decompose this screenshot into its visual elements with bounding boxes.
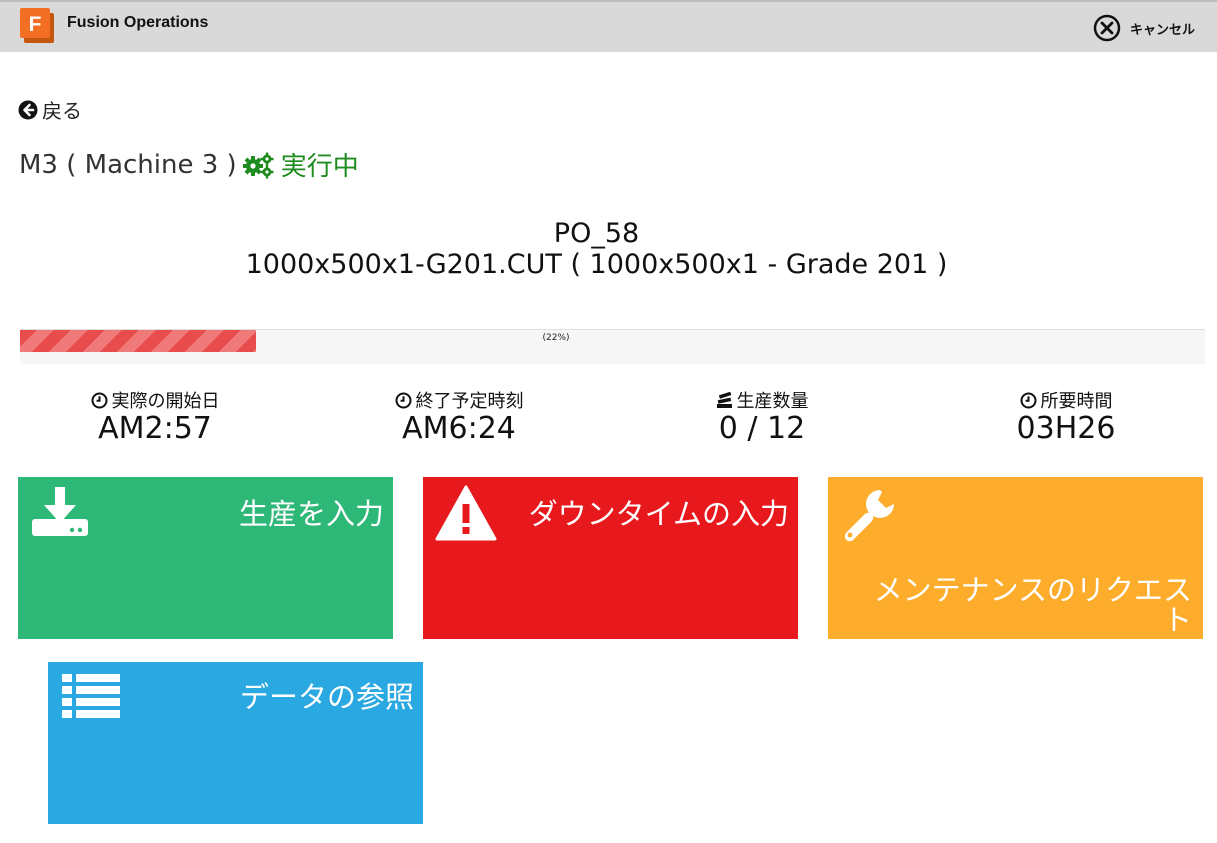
arrow-left-circle-icon [18, 100, 38, 119]
po-number: PO_58 [553, 218, 640, 249]
view-data-tile[interactable]: データの参照 [48, 662, 423, 824]
stat-actual-start: 実際の開始日 AM2:57 [15, 387, 295, 446]
stat-estimated-end: 終了予定時刻 AM6:24 [319, 387, 599, 446]
enter-downtime-tile[interactable]: ダウンタイムの入力 [423, 477, 798, 639]
progress-bar: (22%) [20, 329, 1205, 364]
stack-icon [716, 391, 732, 408]
maintenance-request-tile[interactable]: メンテナンスのリクエス ト [828, 477, 1203, 639]
tile-label-continuation: ト [1162, 603, 1192, 637]
stat-label: 所要時間 [1040, 391, 1113, 412]
enter-production-tile[interactable]: 生産を入力 [18, 477, 393, 639]
tile-label: 生産を入力 [238, 497, 384, 531]
clock-icon [1020, 392, 1036, 408]
stat-value: 0 / 12 [718, 411, 806, 446]
svg-text:F: F [29, 13, 42, 36]
stat-elapsed-time: 所要時間 03H26 [926, 387, 1206, 446]
machine-name: M3 ( Machine 3 ) [19, 149, 237, 180]
cancel-button[interactable]: キャンセル [1093, 13, 1195, 43]
download-icon [32, 487, 88, 536]
gears-icon [242, 152, 274, 178]
stat-production-quantity: 生産数量 0 / 12 [622, 387, 902, 446]
tile-label: ダウンタイムの入力 [528, 497, 789, 531]
machine-header: M3 ( Machine 3 ) 実行中 [19, 146, 359, 183]
stat-label: 実際の開始日 [111, 391, 220, 412]
clock-icon [91, 392, 107, 408]
stat-label: 生産数量 [736, 391, 809, 412]
tile-label: データの参照 [239, 680, 414, 714]
wrench-icon [844, 490, 894, 542]
progress-label: (22%) [542, 333, 570, 343]
top-bar: F Fusion Operations キャンセル [0, 0, 1217, 52]
tile-label: メンテナンスのリクエス [873, 573, 1192, 607]
app-title: Fusion Operations [67, 14, 209, 31]
stat-label: 終了予定時刻 [415, 391, 524, 412]
stat-value: AM2:57 [98, 411, 212, 446]
clock-icon [395, 392, 411, 408]
list-icon [62, 674, 120, 718]
close-circle-icon [1093, 14, 1121, 42]
back-button[interactable]: 戻る [18, 95, 82, 124]
machine-status: 実行中 [280, 152, 359, 182]
warning-icon [435, 485, 497, 541]
stat-value: 03H26 [1016, 411, 1116, 446]
part-description: 1000x500x1-G201.CUT ( 1000x500x1 - Grade… [245, 249, 948, 280]
cancel-label: キャンセル [1129, 22, 1195, 38]
stat-value: AM6:24 [402, 411, 516, 446]
fusion-logo-icon: F [20, 8, 54, 43]
back-label: 戻る [42, 99, 82, 123]
